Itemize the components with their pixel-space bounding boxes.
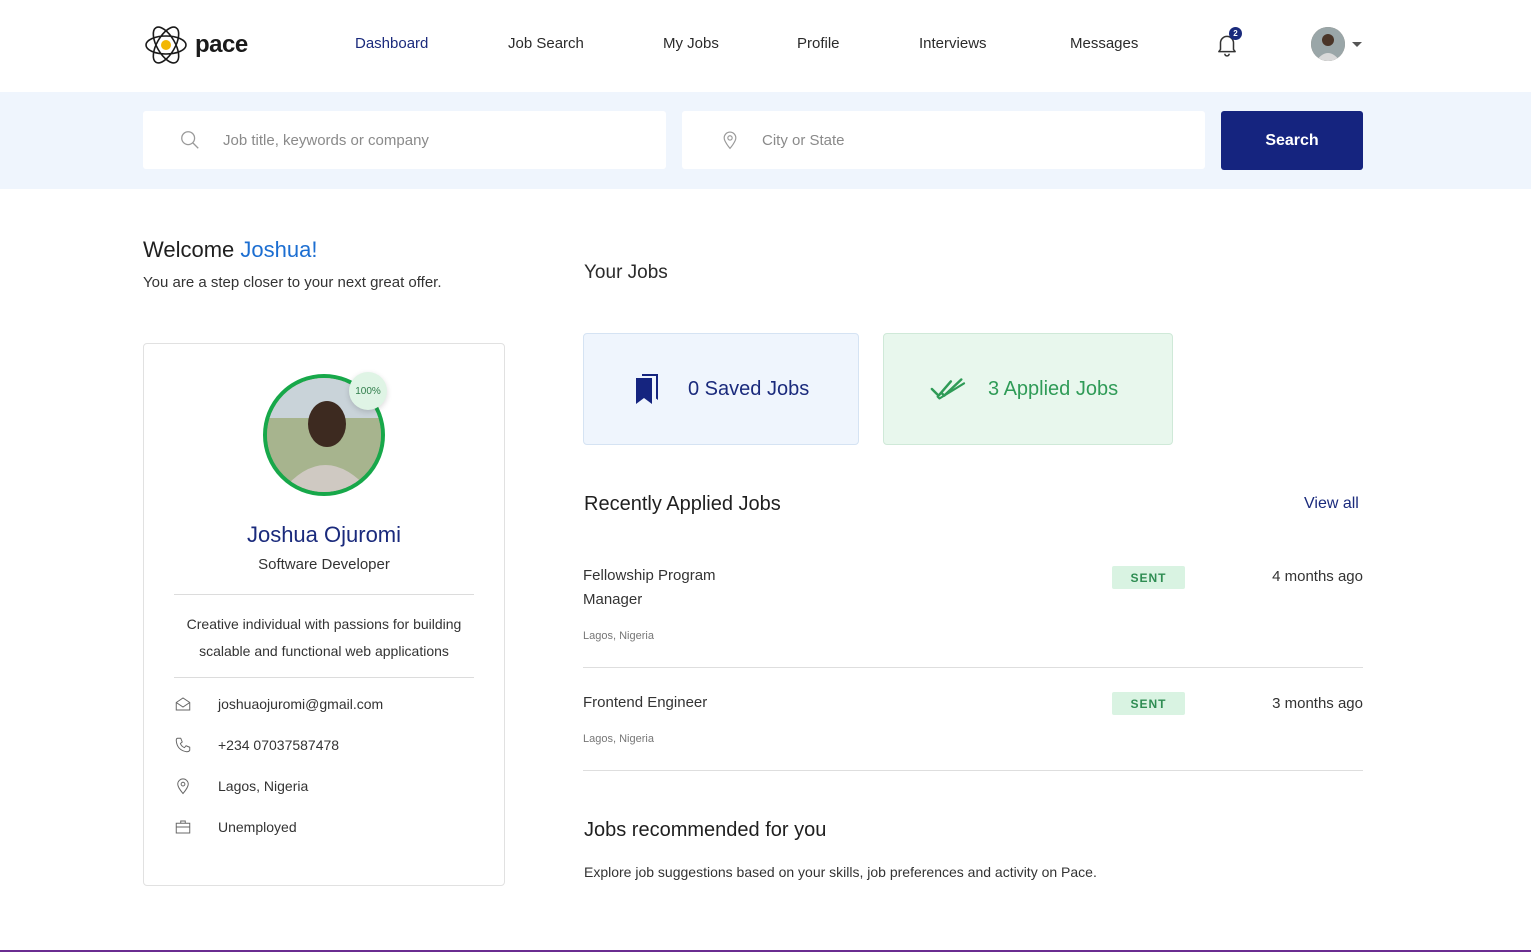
recommended-title: Jobs recommended for you (584, 819, 827, 841)
double-check-icon (930, 371, 966, 407)
bookmark-icon (630, 371, 666, 407)
welcome-heading: Welcome Joshua! (143, 237, 317, 263)
chevron-down-icon[interactable] (1352, 42, 1362, 47)
saved-jobs-card[interactable]: 0 Saved Jobs (583, 333, 859, 445)
profile-full-name: Joshua Ojuromi (246, 522, 402, 547)
job-applied-time: 4 months ago (1272, 568, 1363, 585)
status-badge: SENT (1112, 566, 1185, 589)
applied-jobs-label: 3 Applied Jobs (988, 377, 1119, 400)
search-icon (181, 131, 199, 149)
profile-divider (174, 594, 474, 595)
keyword-search-input[interactable] (223, 131, 603, 149)
profile-card: 100% Joshua Ojuromi Software Developer C… (143, 343, 505, 886)
profile-employment: Unemployed (218, 819, 297, 835)
location-pin-icon (723, 131, 737, 150)
job-row[interactable]: Frontend Engineer Lagos, Nigeria SENT 3 … (583, 668, 1363, 771)
briefcase-icon (174, 818, 192, 836)
location-pin-icon (174, 777, 192, 795)
view-all-link[interactable]: View all (1304, 495, 1359, 513)
job-location: Lagos, Nigeria (583, 733, 654, 745)
applied-jobs-card[interactable]: 3 Applied Jobs (883, 333, 1173, 445)
search-button[interactable]: Search (1221, 111, 1363, 170)
mail-icon (174, 695, 192, 713)
location-search-box (682, 111, 1205, 169)
profile-location: Lagos, Nigeria (218, 778, 309, 794)
recommended-subtitle: Explore job suggestions based on your sk… (584, 864, 1097, 880)
welcome-subtitle: You are a step closer to your next great… (143, 274, 442, 291)
user-avatar[interactable] (1311, 27, 1345, 61)
main-nav: Dashboard Job Search My Jobs Profile Int… (0, 35, 1531, 55)
top-header: pace Dashboard Job Search My Jobs Profil… (0, 0, 1531, 92)
notification-badge: 2 (1229, 27, 1242, 40)
saved-jobs-label: 0 Saved Jobs (688, 377, 810, 400)
search-band: Search (0, 92, 1531, 189)
recent-jobs-title: Recently Applied Jobs (584, 493, 781, 515)
job-applied-time: 3 months ago (1272, 695, 1363, 712)
contact-employment-row: Unemployed (174, 817, 297, 837)
nav-messages[interactable]: Messages (1070, 35, 1138, 52)
avatar-photo-icon (1311, 27, 1345, 61)
job-title[interactable]: Fellowship Program Manager (583, 564, 753, 612)
your-jobs-title: Your Jobs (584, 262, 668, 283)
welcome-greeting: Welcome (143, 237, 235, 262)
welcome-name: Joshua! (240, 237, 318, 262)
job-row[interactable]: Fellowship Program Manager Lagos, Nigeri… (583, 550, 1363, 668)
job-title[interactable]: Frontend Engineer (583, 691, 707, 715)
nav-job-search[interactable]: Job Search (508, 35, 584, 52)
phone-icon (174, 736, 192, 754)
location-search-input[interactable] (762, 131, 1142, 149)
profile-bio: Creative individual with passions for bu… (186, 616, 462, 659)
profile-phone: +234 07037587478 (218, 737, 340, 753)
nav-profile[interactable]: Profile (797, 35, 840, 52)
job-location: Lagos, Nigeria (583, 630, 654, 642)
profile-role: Software Developer (258, 556, 390, 573)
profile-email: joshuaojuromi@gmail.com (218, 696, 384, 712)
nav-my-jobs[interactable]: My Jobs (663, 35, 719, 52)
keyword-search-box (143, 111, 666, 169)
contact-phone-row: +234 07037587478 (174, 735, 339, 755)
contact-email-row: joshuaojuromi@gmail.com (174, 694, 383, 714)
nav-dashboard[interactable]: Dashboard (355, 35, 428, 52)
contact-location-row: Lagos, Nigeria (174, 776, 308, 796)
status-badge: SENT (1112, 692, 1185, 715)
nav-interviews[interactable]: Interviews (919, 35, 987, 52)
profile-divider (174, 677, 474, 678)
profile-completion-badge: 100% (349, 372, 387, 410)
